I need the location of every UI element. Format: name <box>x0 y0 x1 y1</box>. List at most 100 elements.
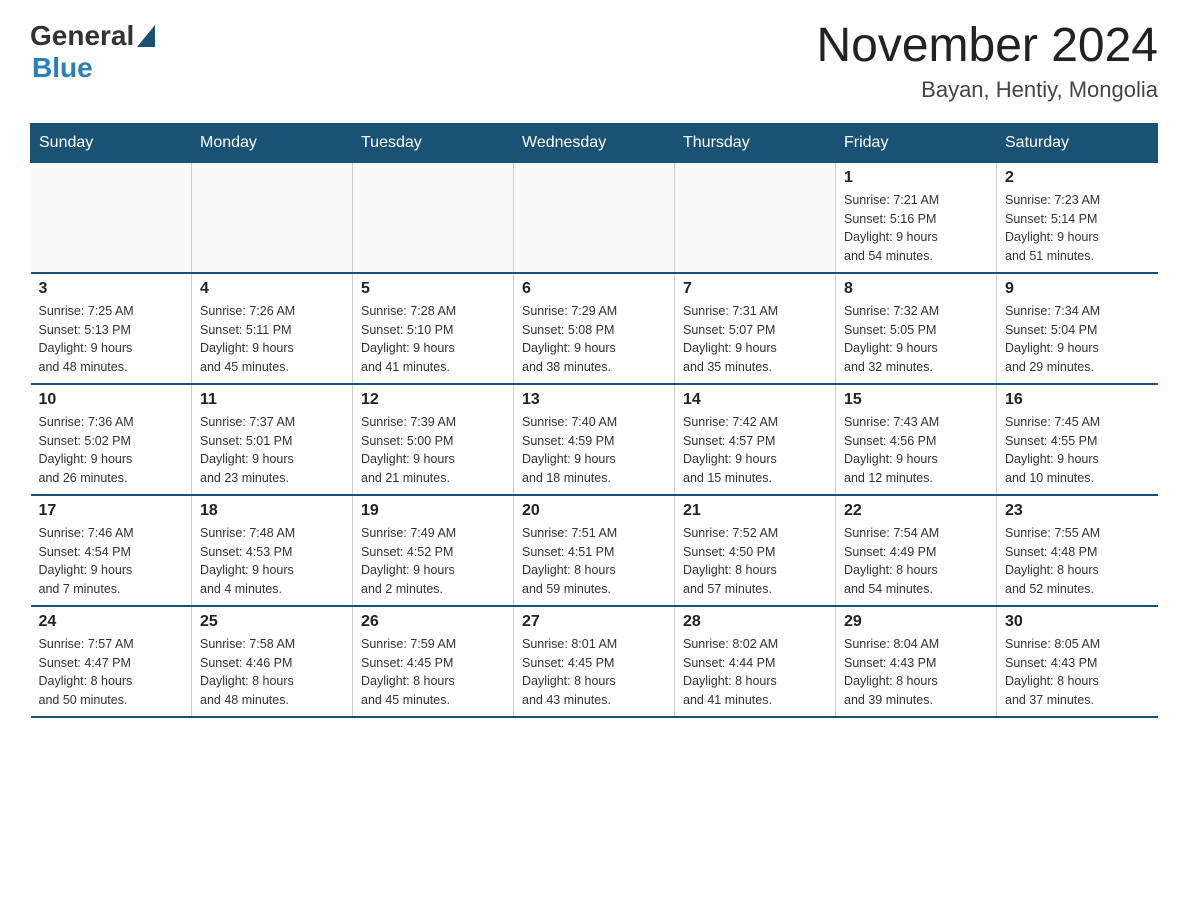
day-number: 11 <box>200 391 344 409</box>
day-number: 10 <box>39 391 184 409</box>
day-info: Sunrise: 7:23 AM Sunset: 5:14 PM Dayligh… <box>1005 191 1150 266</box>
day-number: 24 <box>39 613 184 631</box>
day-info: Sunrise: 7:48 AM Sunset: 4:53 PM Dayligh… <box>200 524 344 599</box>
day-number: 17 <box>39 502 184 520</box>
day-number: 21 <box>683 502 827 520</box>
calendar-cell: 21 Sunrise: 7:52 AM Sunset: 4:50 PM Dayli… <box>675 495 836 606</box>
day-info: Sunrise: 7:54 AM Sunset: 4:49 PM Dayligh… <box>844 524 988 599</box>
day-info: Sunrise: 7:42 AM Sunset: 4:57 PM Dayligh… <box>683 413 827 488</box>
day-number: 16 <box>1005 391 1150 409</box>
logo-triangle-icon <box>137 25 155 47</box>
calendar-cell: 6Sunrise: 7:29 AM Sunset: 5:08 PM Daylig… <box>514 273 675 384</box>
location-subtitle: Bayan, Hentiy, Mongolia <box>816 77 1158 103</box>
day-info: Sunrise: 7:34 AM Sunset: 5:04 PM Dayligh… <box>1005 302 1150 377</box>
calendar-cell: 11Sunrise: 7:37 AM Sunset: 5:01 PM Dayli… <box>192 384 353 495</box>
calendar-cell <box>353 162 514 273</box>
calendar-cell: 16 Sunrise: 7:45 AM Sunset: 4:55 PM Dayli… <box>997 384 1158 495</box>
day-number: 5 <box>361 280 505 298</box>
day-info: Sunrise: 8:02 AM Sunset: 4:44 PM Dayligh… <box>683 635 827 710</box>
day-number: 13 <box>522 391 666 409</box>
calendar-cell: 28 Sunrise: 8:02 AM Sunset: 4:44 PM Dayli… <box>675 606 836 717</box>
day-info: Sunrise: 7:57 AM Sunset: 4:47 PM Dayligh… <box>39 635 184 710</box>
day-info: Sunrise: 7:21 AM Sunset: 5:16 PM Dayligh… <box>844 191 988 266</box>
calendar-cell: 30Sunrise: 8:05 AM Sunset: 4:43 PM Dayli… <box>997 606 1158 717</box>
day-number: 22 <box>844 502 988 520</box>
calendar-cell <box>675 162 836 273</box>
day-number: 29 <box>844 613 988 631</box>
calendar-cell: 17 Sunrise: 7:46 AM Sunset: 4:54 PM Dayli… <box>31 495 192 606</box>
day-number: 19 <box>361 502 505 520</box>
day-number: 3 <box>39 280 184 298</box>
day-info: Sunrise: 7:55 AM Sunset: 4:48 PM Dayligh… <box>1005 524 1150 599</box>
day-number: 27 <box>522 613 666 631</box>
calendar-cell: 19 Sunrise: 7:49 AM Sunset: 4:52 PM Dayli… <box>353 495 514 606</box>
calendar-cell: 7 Sunrise: 7:31 AM Sunset: 5:07 PM Daylig… <box>675 273 836 384</box>
day-number: 20 <box>522 502 666 520</box>
calendar-cell: 3 Sunrise: 7:25 AM Sunset: 5:13 PM Daylig… <box>31 273 192 384</box>
day-number: 26 <box>361 613 505 631</box>
calendar-cell: 25 Sunrise: 7:58 AM Sunset: 4:46 PM Dayli… <box>192 606 353 717</box>
day-info: Sunrise: 7:52 AM Sunset: 4:50 PM Dayligh… <box>683 524 827 599</box>
day-number: 7 <box>683 280 827 298</box>
weekday-header-sunday: Sunday <box>31 123 192 162</box>
calendar-cell: 2 Sunrise: 7:23 AM Sunset: 5:14 PM Daylig… <box>997 162 1158 273</box>
day-info: Sunrise: 7:36 AM Sunset: 5:02 PM Dayligh… <box>39 413 184 488</box>
calendar-week-1: 1 Sunrise: 7:21 AM Sunset: 5:16 PM Daylig… <box>31 162 1158 273</box>
calendar-cell: 18 Sunrise: 7:48 AM Sunset: 4:53 PM Dayli… <box>192 495 353 606</box>
calendar-cell: 5 Sunrise: 7:28 AM Sunset: 5:10 PM Daylig… <box>353 273 514 384</box>
calendar-week-5: 24 Sunrise: 7:57 AM Sunset: 4:47 PM Dayli… <box>31 606 1158 717</box>
day-info: Sunrise: 8:04 AM Sunset: 4:43 PM Dayligh… <box>844 635 988 710</box>
day-number: 1 <box>844 169 988 187</box>
day-info: Sunrise: 7:58 AM Sunset: 4:46 PM Dayligh… <box>200 635 344 710</box>
day-info: Sunrise: 7:46 AM Sunset: 4:54 PM Dayligh… <box>39 524 184 599</box>
weekday-header-tuesday: Tuesday <box>353 123 514 162</box>
day-info: Sunrise: 7:39 AM Sunset: 5:00 PM Dayligh… <box>361 413 505 488</box>
day-info: Sunrise: 7:45 AM Sunset: 4:55 PM Dayligh… <box>1005 413 1150 488</box>
day-number: 2 <box>1005 169 1150 187</box>
calendar-cell: 29 Sunrise: 8:04 AM Sunset: 4:43 PM Dayli… <box>836 606 997 717</box>
day-info: Sunrise: 8:01 AM Sunset: 4:45 PM Dayligh… <box>522 635 666 710</box>
day-info: Sunrise: 7:51 AM Sunset: 4:51 PM Dayligh… <box>522 524 666 599</box>
header: General Blue November 2024 Bayan, Hentiy… <box>30 20 1158 103</box>
calendar-cell: 9 Sunrise: 7:34 AM Sunset: 5:04 PM Daylig… <box>997 273 1158 384</box>
day-info: Sunrise: 7:49 AM Sunset: 4:52 PM Dayligh… <box>361 524 505 599</box>
calendar-cell <box>514 162 675 273</box>
day-number: 30 <box>1005 613 1150 631</box>
day-number: 6 <box>522 280 666 298</box>
weekday-header-wednesday: Wednesday <box>514 123 675 162</box>
weekday-header-monday: Monday <box>192 123 353 162</box>
day-number: 8 <box>844 280 988 298</box>
day-info: Sunrise: 7:40 AM Sunset: 4:59 PM Dayligh… <box>522 413 666 488</box>
day-number: 25 <box>200 613 344 631</box>
logo-blue-text: Blue <box>32 52 93 84</box>
calendar-cell: 13 Sunrise: 7:40 AM Sunset: 4:59 PM Dayli… <box>514 384 675 495</box>
day-info: Sunrise: 7:32 AM Sunset: 5:05 PM Dayligh… <box>844 302 988 377</box>
day-info: Sunrise: 7:43 AM Sunset: 4:56 PM Dayligh… <box>844 413 988 488</box>
day-info: Sunrise: 7:25 AM Sunset: 5:13 PM Dayligh… <box>39 302 184 377</box>
calendar-cell <box>31 162 192 273</box>
calendar-cell: 24 Sunrise: 7:57 AM Sunset: 4:47 PM Dayli… <box>31 606 192 717</box>
day-number: 9 <box>1005 280 1150 298</box>
weekday-header-row: SundayMondayTuesdayWednesdayThursdayFrid… <box>31 123 1158 162</box>
calendar-cell: 27 Sunrise: 8:01 AM Sunset: 4:45 PM Dayli… <box>514 606 675 717</box>
day-info: Sunrise: 7:26 AM Sunset: 5:11 PM Dayligh… <box>200 302 344 377</box>
day-number: 14 <box>683 391 827 409</box>
day-number: 28 <box>683 613 827 631</box>
day-number: 12 <box>361 391 505 409</box>
calendar-cell: 23 Sunrise: 7:55 AM Sunset: 4:48 PM Dayli… <box>997 495 1158 606</box>
calendar-cell: 12 Sunrise: 7:39 AM Sunset: 5:00 PM Dayli… <box>353 384 514 495</box>
weekday-header-thursday: Thursday <box>675 123 836 162</box>
title-area: November 2024 Bayan, Hentiy, Mongolia <box>816 20 1158 103</box>
calendar-cell: 20 Sunrise: 7:51 AM Sunset: 4:51 PM Dayli… <box>514 495 675 606</box>
calendar-week-4: 17 Sunrise: 7:46 AM Sunset: 4:54 PM Dayli… <box>31 495 1158 606</box>
day-number: 18 <box>200 502 344 520</box>
weekday-header-saturday: Saturday <box>997 123 1158 162</box>
day-info: Sunrise: 7:59 AM Sunset: 4:45 PM Dayligh… <box>361 635 505 710</box>
day-number: 15 <box>844 391 988 409</box>
calendar-cell: 15 Sunrise: 7:43 AM Sunset: 4:56 PM Dayli… <box>836 384 997 495</box>
calendar-cell: 22 Sunrise: 7:54 AM Sunset: 4:49 PM Dayli… <box>836 495 997 606</box>
day-number: 23 <box>1005 502 1150 520</box>
day-info: Sunrise: 7:28 AM Sunset: 5:10 PM Dayligh… <box>361 302 505 377</box>
day-info: Sunrise: 7:31 AM Sunset: 5:07 PM Dayligh… <box>683 302 827 377</box>
logo: General Blue <box>30 20 155 84</box>
